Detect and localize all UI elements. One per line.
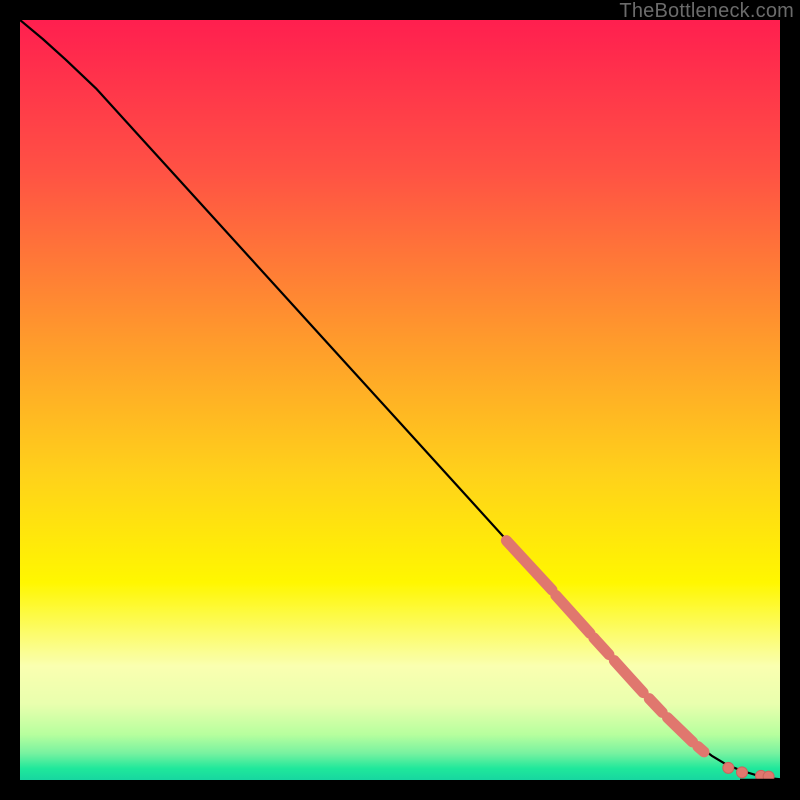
highlight-point xyxy=(763,771,774,780)
watermark-text: TheBottleneck.com xyxy=(619,0,794,23)
highlight-segments xyxy=(506,541,704,752)
highlight-segment xyxy=(614,661,643,693)
highlight-segment xyxy=(698,747,704,752)
highlight-points xyxy=(723,762,774,780)
highlight-segment xyxy=(594,638,609,655)
highlight-segment xyxy=(556,595,590,633)
highlight-segment xyxy=(649,699,662,713)
chart-stage: TheBottleneck.com xyxy=(0,0,800,800)
main-curve xyxy=(20,20,780,779)
highlight-segment xyxy=(506,541,552,590)
highlight-point xyxy=(737,767,748,778)
highlight-point xyxy=(723,762,734,773)
plot-area xyxy=(20,20,780,780)
curve-layer xyxy=(20,20,780,780)
highlight-segment xyxy=(668,718,693,742)
